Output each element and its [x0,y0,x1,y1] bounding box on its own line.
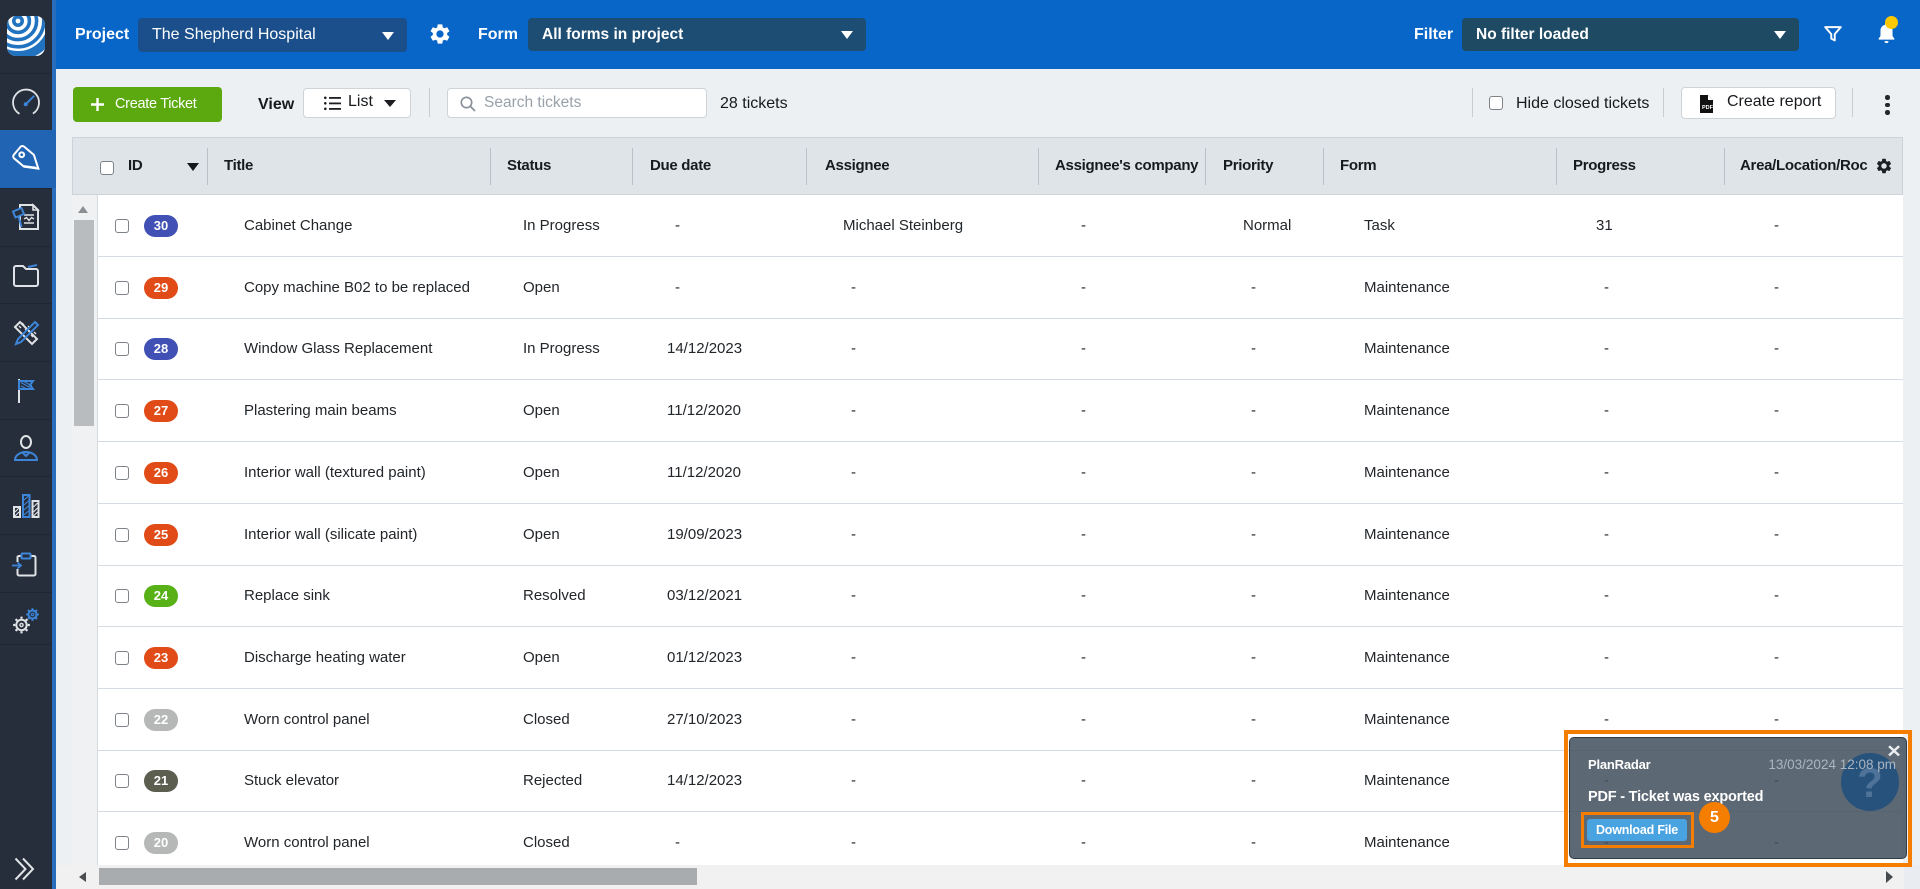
svg-text:PDF: PDF [1702,105,1714,111]
